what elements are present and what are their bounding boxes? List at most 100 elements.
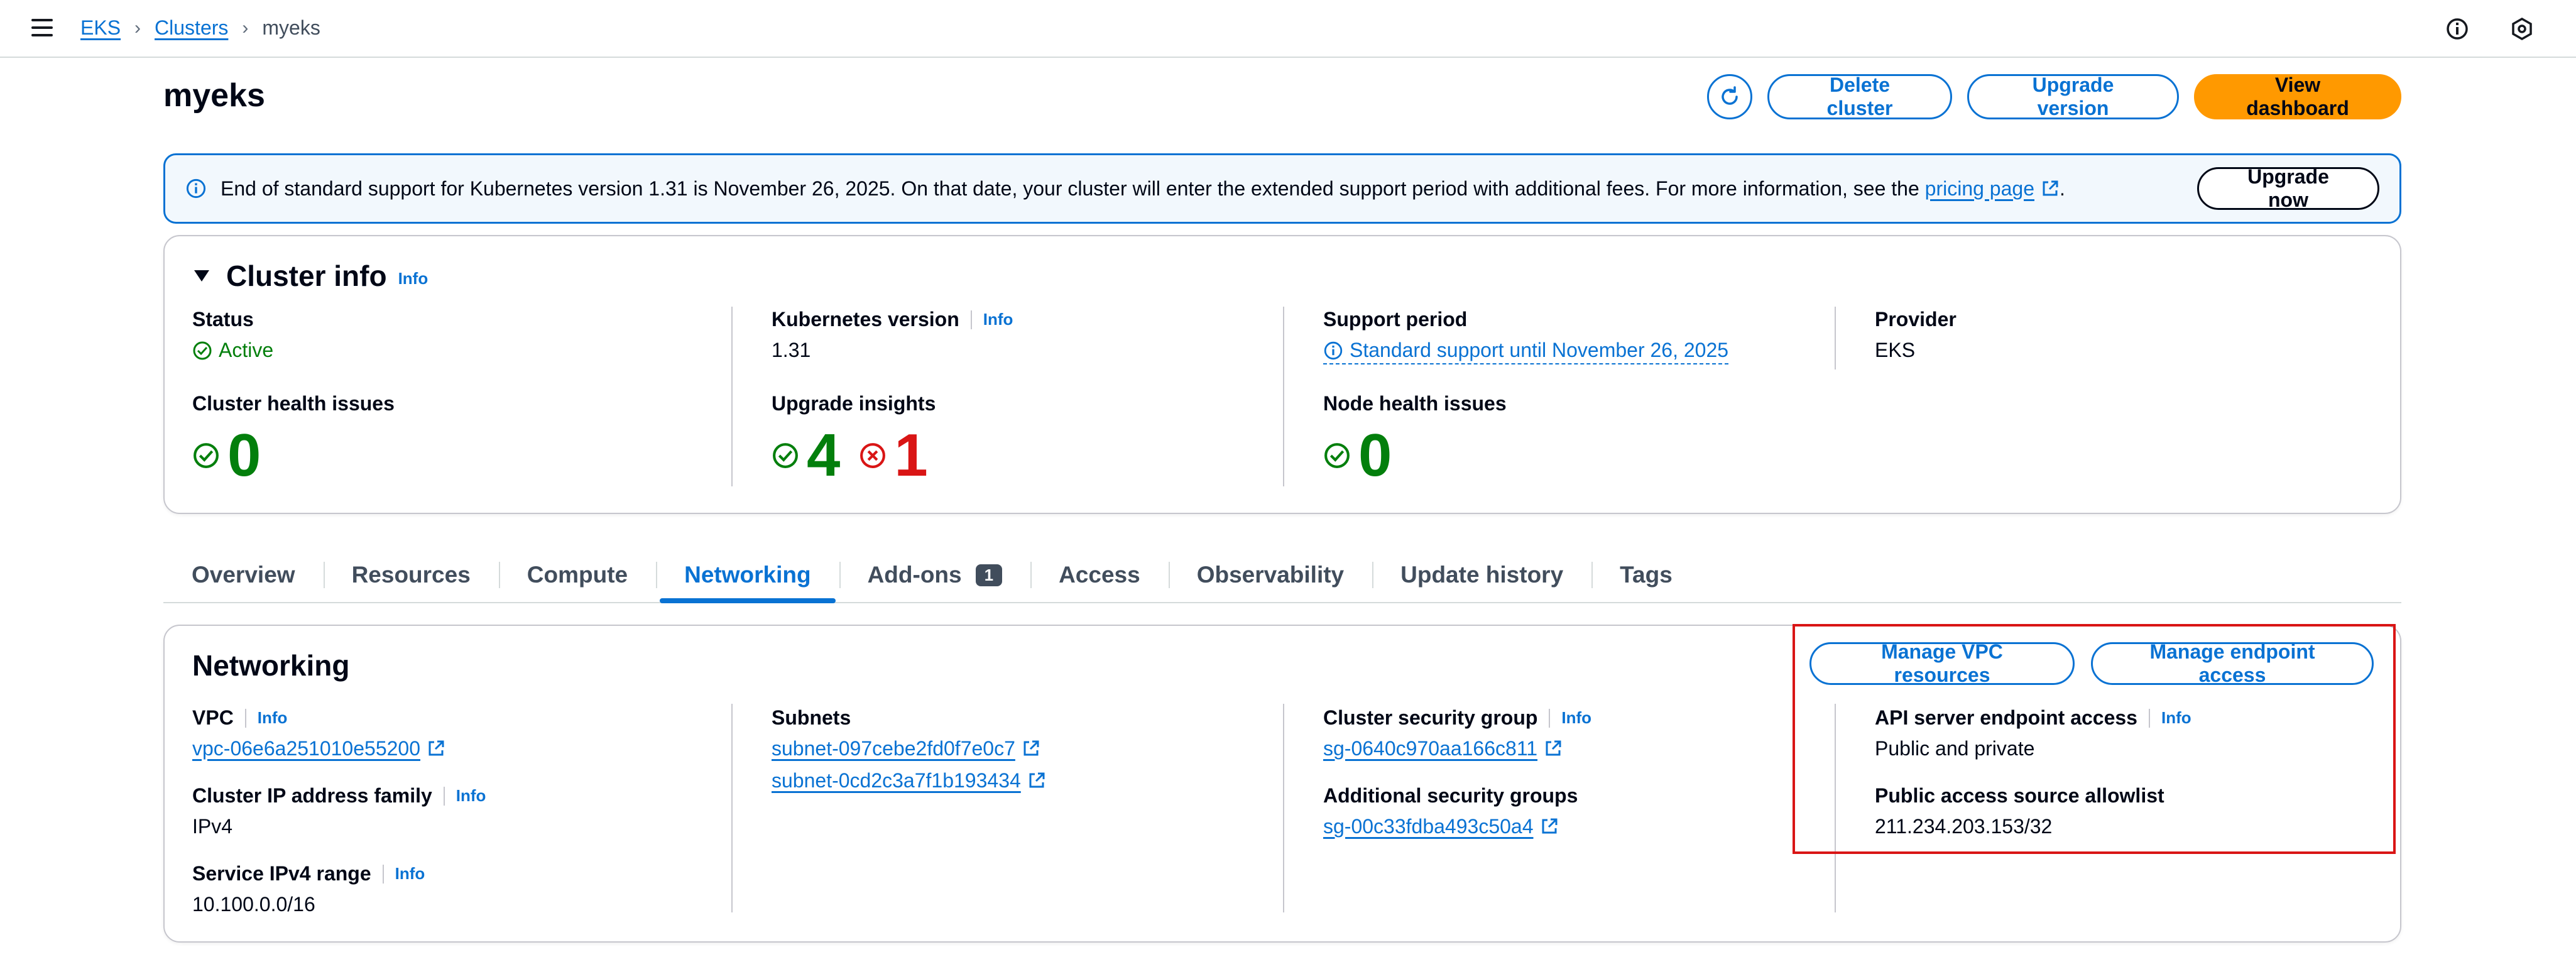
- column-divider: [1283, 307, 1284, 486]
- banner-message: End of standard support for Kubernetes v…: [221, 177, 1919, 200]
- check-circle-icon: [194, 443, 219, 468]
- tab-tags[interactable]: Tags: [1591, 548, 1701, 602]
- chevron-right-icon: ›: [134, 17, 141, 38]
- node-health-field: Node health issues 0: [1323, 392, 1507, 486]
- column-divider: [731, 704, 733, 912]
- networking-title: Networking: [192, 649, 350, 682]
- kubernetes-version-label: Kubernetes version Info: [772, 308, 1013, 331]
- upgrade-insights-passing[interactable]: 4: [807, 425, 840, 486]
- subnets-label: Subnets: [772, 706, 851, 729]
- cluster-security-group-link[interactable]: sg-0640c970aa166c811: [1323, 737, 1537, 760]
- pricing-page-link[interactable]: pricing page: [1925, 177, 2034, 200]
- cluster-security-group-field: Cluster security group Info sg-0640c970a…: [1323, 706, 1591, 760]
- vpc-link[interactable]: vpc-06e6a251010e55200: [192, 737, 420, 760]
- support-period-label: Support period: [1323, 308, 1468, 331]
- info-circle-icon[interactable]: [2445, 16, 2470, 41]
- tab-add-ons-label: Add-ons: [867, 562, 962, 588]
- support-period-value: Standard support until November 26, 2025: [1350, 339, 1729, 361]
- external-link-icon: [1029, 772, 1045, 788]
- column-divider: [731, 307, 733, 486]
- top-navigation: EKS › Clusters › myeks: [0, 0, 2576, 58]
- status-field: Status Active: [192, 308, 273, 362]
- additional-security-groups-value: sg-00c33fdba493c50a4: [1323, 815, 1578, 838]
- cluster-security-group-label-text: Cluster security group: [1323, 706, 1538, 729]
- cluster-info-info-link[interactable]: Info: [398, 269, 428, 288]
- vpc-label-text: VPC: [192, 706, 234, 729]
- upgrade-insights-errors[interactable]: 1: [894, 425, 927, 486]
- upgrade-version-button[interactable]: Upgrade version: [1967, 74, 2179, 119]
- tab-networking[interactable]: Networking: [656, 548, 839, 603]
- check-circle-icon: [773, 443, 798, 468]
- subnet-item: subnet-097cebe2fd0f7e0c7: [772, 737, 1046, 760]
- upgrade-now-button[interactable]: Upgrade now: [2197, 165, 2379, 211]
- ipv4-range-label: Service IPv4 range Info: [192, 862, 425, 885]
- cluster-health-label: Cluster health issues: [192, 392, 395, 415]
- status-value: Active: [192, 339, 273, 362]
- ip-family-label: Cluster IP address family Info: [192, 784, 486, 807]
- breadcrumb-current: myeks: [262, 16, 320, 39]
- kubernetes-version-value: 1.31: [772, 339, 811, 361]
- refresh-button[interactable]: [1707, 74, 1752, 119]
- vpc-info-link[interactable]: Info: [258, 708, 288, 728]
- check-circle-icon: [1324, 443, 1350, 468]
- vpc-value: vpc-06e6a251010e55200: [192, 737, 445, 760]
- provider-value: EKS: [1875, 339, 1916, 361]
- highlight-annotation: [1793, 624, 2396, 854]
- support-period-popover[interactable]: Standard support until November 26, 2025: [1323, 339, 1729, 364]
- additional-security-groups-label: Additional security groups: [1323, 784, 1578, 807]
- subnet-link[interactable]: subnet-0cd2c3a7f1b193434: [772, 769, 1021, 792]
- delete-cluster-button[interactable]: Delete cluster: [1767, 74, 1952, 119]
- kubernetes-version-field: Kubernetes version Info 1.31: [772, 308, 1013, 362]
- tab-observability[interactable]: Observability: [1168, 548, 1372, 602]
- ip-family-info-link[interactable]: Info: [456, 786, 486, 806]
- breadcrumb: EKS › Clusters › myeks: [80, 16, 320, 40]
- chevron-right-icon: ›: [242, 17, 249, 38]
- banner-suffix: .: [2059, 177, 2065, 200]
- support-notice-banner: End of standard support for Kubernetes v…: [163, 153, 2401, 224]
- settings-hexagon-icon[interactable]: [2509, 16, 2535, 41]
- ip-family-label-text: Cluster IP address family: [192, 784, 432, 807]
- cluster-info-panel: Cluster info Info Status Active Kubernet…: [163, 235, 2401, 514]
- tab-compute[interactable]: Compute: [498, 548, 656, 602]
- menu-icon[interactable]: [31, 19, 53, 38]
- cluster-health-count[interactable]: 0: [227, 425, 261, 486]
- column-divider: [1283, 704, 1284, 912]
- kubernetes-version-info-link[interactable]: Info: [983, 310, 1013, 329]
- support-period-field: Support period Standard support until No…: [1323, 308, 1729, 364]
- node-health-count[interactable]: 0: [1358, 425, 1392, 486]
- cluster-security-group-value: sg-0640c970aa166c811: [1323, 737, 1591, 760]
- error-circle-icon: [860, 443, 886, 468]
- additional-security-groups-field: Additional security groups sg-00c33fdba4…: [1323, 784, 1578, 838]
- subnet-item: subnet-0cd2c3a7f1b193434: [772, 769, 1046, 792]
- provider-label: Provider: [1875, 308, 1957, 331]
- info-circle-icon: [186, 178, 206, 199]
- cluster-security-group-info-link[interactable]: Info: [1561, 708, 1591, 728]
- status-label: Status: [192, 308, 254, 331]
- ip-family-field: Cluster IP address family Info IPv4: [192, 784, 486, 838]
- cluster-info-header: Cluster info Info: [192, 259, 428, 293]
- additional-security-group-link[interactable]: sg-00c33fdba493c50a4: [1323, 815, 1534, 838]
- view-dashboard-button[interactable]: View dashboard: [2194, 74, 2401, 119]
- subnets-field: Subnets subnet-097cebe2fd0f7e0c7 subnet-…: [772, 706, 1046, 792]
- tab-add-ons[interactable]: Add-ons 1: [839, 548, 1031, 602]
- tab-overview[interactable]: Overview: [163, 548, 324, 602]
- ip-family-value: IPv4: [192, 815, 233, 838]
- upgrade-insights-label: Upgrade insights: [772, 392, 936, 415]
- external-link-icon: [1023, 740, 1039, 756]
- tab-access[interactable]: Access: [1030, 548, 1169, 602]
- upgrade-insights-value: 4 1: [772, 425, 936, 486]
- caret-down-icon[interactable]: [192, 266, 211, 285]
- subnet-link[interactable]: subnet-097cebe2fd0f7e0c7: [772, 737, 1015, 760]
- node-health-value: 0: [1323, 425, 1507, 486]
- node-health-label: Node health issues: [1323, 392, 1507, 415]
- cluster-health-value: 0: [192, 425, 395, 486]
- breadcrumb-clusters[interactable]: Clusters: [155, 16, 228, 40]
- kubernetes-version-label-text: Kubernetes version: [772, 308, 959, 331]
- tab-update-history[interactable]: Update history: [1372, 548, 1591, 602]
- tab-resources[interactable]: Resources: [323, 548, 499, 602]
- breadcrumb-eks[interactable]: EKS: [80, 16, 121, 40]
- ipv4-range-info-link[interactable]: Info: [395, 864, 425, 884]
- ipv4-range-field: Service IPv4 range Info 10.100.0.0/16: [192, 862, 425, 916]
- external-link-icon: [428, 740, 444, 756]
- cluster-security-group-label: Cluster security group Info: [1323, 706, 1591, 730]
